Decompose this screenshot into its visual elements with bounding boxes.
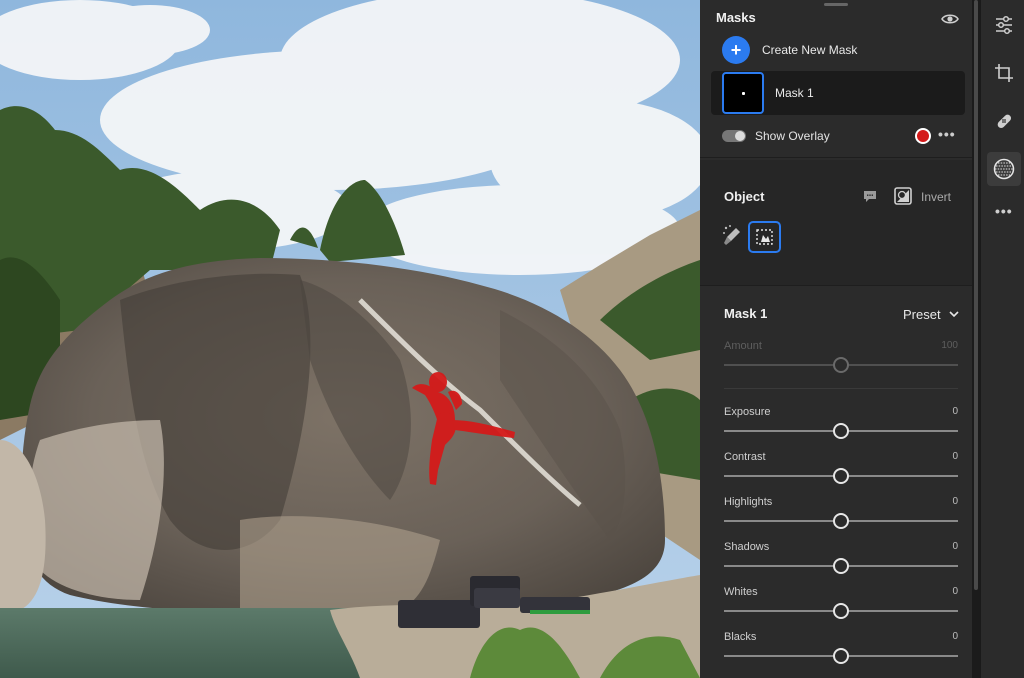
slider-label: Exposure [724,406,771,418]
slider-label: Blacks [724,631,757,643]
mask-adjustments-section: Mask 1 Preset Amount 100 Exposure 0 Cont… [700,288,972,678]
slider-thumb[interactable] [833,558,849,574]
plus-icon: + [722,36,750,64]
whites-slider[interactable]: Whites 0 [724,586,958,626]
show-overlay-row: Show Overlay ••• [722,126,962,146]
preset-label: Preset [903,307,941,322]
slider-value: 0 [952,406,958,417]
slider-value: 100 [941,340,958,351]
slider-label: Amount [724,340,762,352]
scrollbar-thumb[interactable] [974,0,978,590]
masks-panel: Masks + Create New Mask Mask 1 Show Over… [700,0,972,678]
object-section: Object Invert [700,160,972,286]
tool-strip: ••• [980,0,1024,678]
show-overlay-toggle[interactable] [722,130,746,142]
heal-tool-button[interactable] [991,108,1017,134]
invert-label[interactable]: Invert [921,190,951,204]
masking-icon [993,158,1015,180]
slider-label: Whites [724,586,758,598]
masking-tool-button[interactable] [987,152,1021,186]
contrast-slider[interactable]: Contrast 0 [724,451,958,491]
slider-thumb[interactable] [833,357,849,373]
brush-select-icon[interactable] [722,224,744,248]
rectangle-select-button[interactable] [748,221,781,253]
bandage-icon [997,114,1012,129]
slider-value: 0 [952,541,958,552]
slider-label: Contrast [724,451,766,463]
crop-icon [995,64,1013,82]
edit-tool-button[interactable] [991,12,1017,38]
blacks-slider[interactable]: Blacks 0 [724,631,958,671]
sliders-icon [996,15,1012,35]
app-window: Masks + Create New Mask Mask 1 Show Over… [0,0,1024,678]
adjustments-title: Mask 1 [724,306,768,321]
more-tools-icon[interactable]: ••• [995,203,1013,219]
highlights-slider[interactable]: Highlights 0 [724,496,958,536]
preset-dropdown[interactable]: Preset [903,307,959,322]
mask-list-item[interactable]: Mask 1 [711,71,965,115]
slider-thumb[interactable] [833,423,849,439]
object-title: Object [724,189,765,204]
slider-thumb[interactable] [833,513,849,529]
invert-icon[interactable] [894,187,912,205]
photo-canvas[interactable] [0,0,700,678]
amount-slider[interactable]: Amount 100 [724,340,958,380]
create-new-mask-button[interactable]: + Create New Mask [722,36,922,64]
create-new-mask-label: Create New Mask [762,43,858,57]
slider-label: Shadows [724,541,770,553]
mask-name: Mask 1 [775,86,814,100]
slider-value: 0 [952,451,958,462]
divider [724,388,958,389]
mask-thumbnail [722,72,764,114]
slider-value: 0 [952,586,958,597]
masks-section: Masks + Create New Mask Mask 1 Show Over… [700,0,972,158]
more-options-icon[interactable]: ••• [938,126,956,142]
masks-title: Masks [716,10,756,25]
slider-value: 0 [952,631,958,642]
photo-image [0,0,700,678]
chevron-down-icon [949,311,959,318]
rectangle-select-icon [756,229,773,245]
slider-thumb[interactable] [833,603,849,619]
panel-scrollbar[interactable] [972,0,980,678]
crop-tool-button[interactable] [991,60,1017,86]
slider-value: 0 [952,496,958,507]
slider-thumb[interactable] [833,648,849,664]
overlay-color-swatch[interactable] [915,128,931,144]
shadows-slider[interactable]: Shadows 0 [724,541,958,581]
slider-label: Highlights [724,496,773,508]
show-overlay-label: Show Overlay [755,129,830,143]
comment-icon[interactable] [863,190,877,203]
eye-icon[interactable] [941,12,959,26]
exposure-slider[interactable]: Exposure 0 [724,406,958,446]
slider-thumb[interactable] [833,468,849,484]
